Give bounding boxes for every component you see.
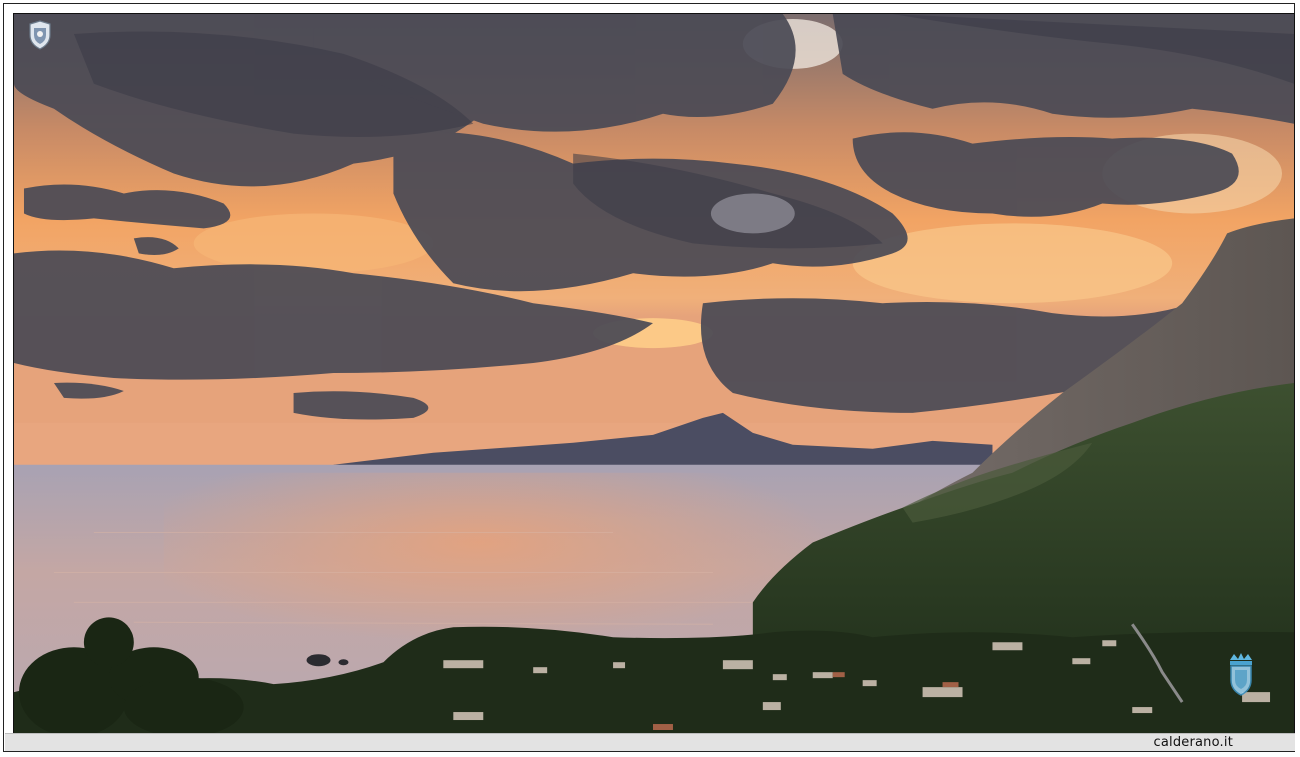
crest-icon bbox=[27, 20, 53, 50]
crest-icon bbox=[1226, 652, 1256, 696]
site-watermark: calderano.it bbox=[1153, 735, 1233, 750]
landscape-photo bbox=[13, 13, 1295, 735]
caption-bar: calderano.it bbox=[5, 733, 1295, 751]
photo-frame bbox=[3, 3, 1295, 752]
sunset-coast-scene bbox=[14, 14, 1294, 734]
